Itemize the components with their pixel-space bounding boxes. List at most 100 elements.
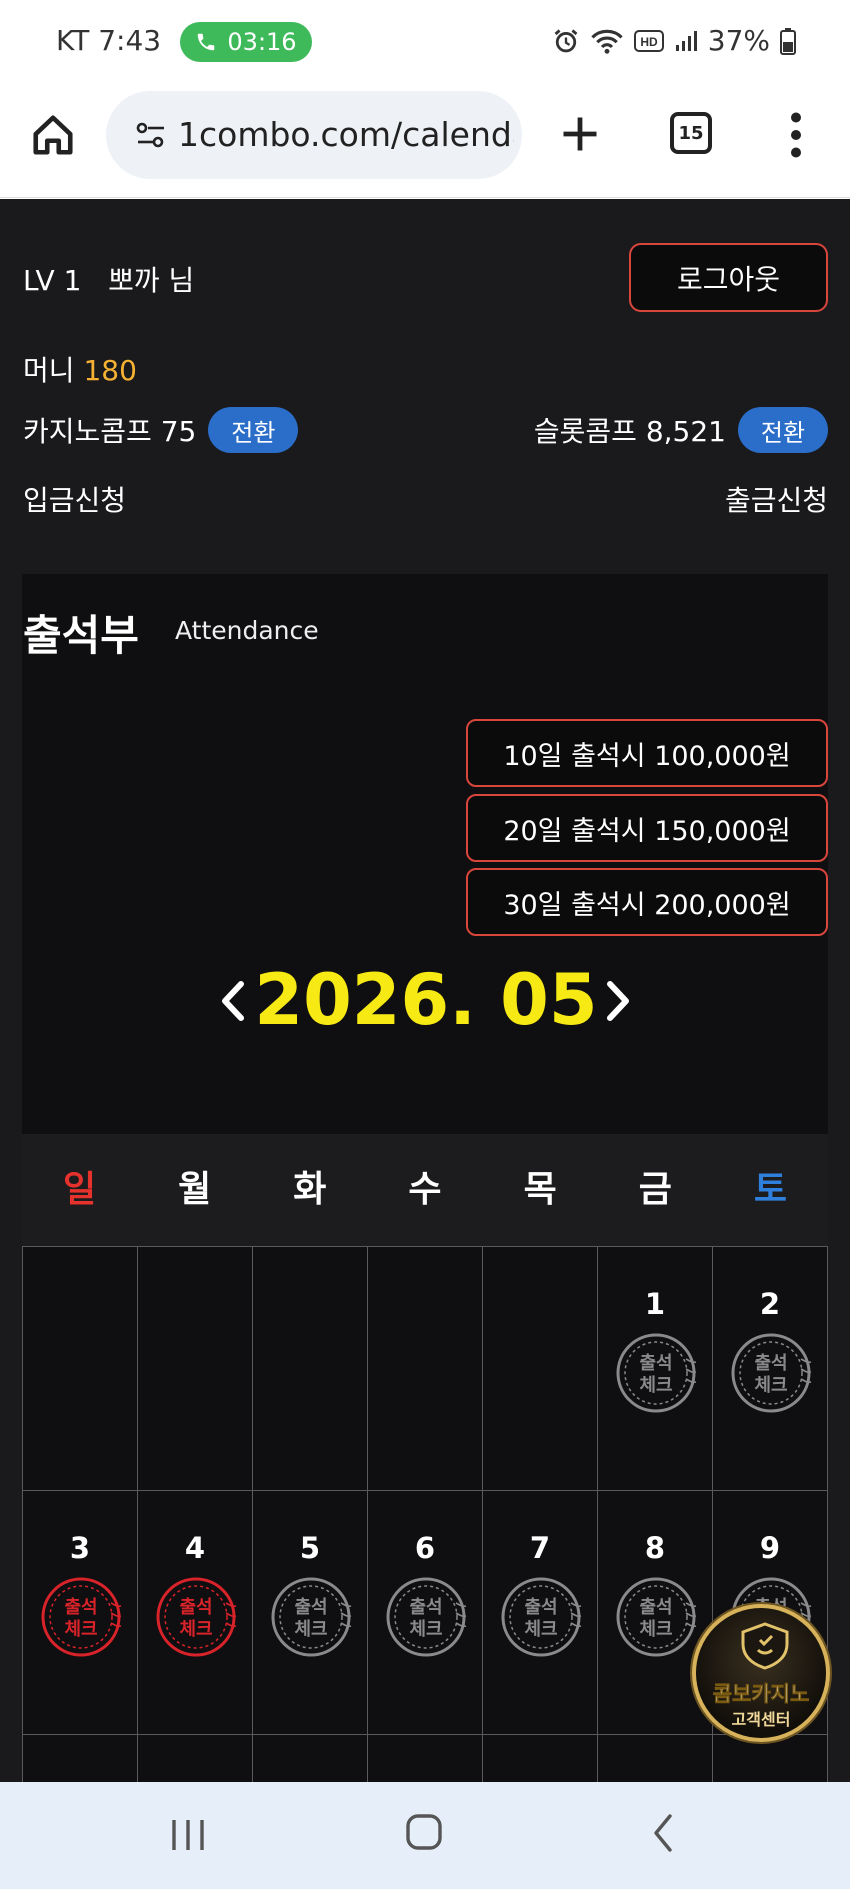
day-number: 9 xyxy=(759,1531,781,1565)
day-number: 6 xyxy=(414,1531,436,1565)
call-indicator[interactable]: 03:16 xyxy=(180,22,312,62)
calendar-empty-cell xyxy=(23,1735,138,1782)
attendance-title: 출석부 xyxy=(23,611,139,660)
calendar-empty-cell xyxy=(368,1735,483,1782)
calendar-empty-cell xyxy=(483,1735,598,1782)
calendar-empty-cell xyxy=(253,1735,368,1782)
recent-apps-icon[interactable] xyxy=(168,1816,208,1854)
shield-icon xyxy=(741,1622,789,1670)
weekday-sun: 일 xyxy=(63,1169,97,1210)
alarm-icon xyxy=(554,28,578,52)
svg-text:체크: 체크 xyxy=(179,1619,212,1640)
unchecked-stamp-icon: 출석체크 xyxy=(731,1333,812,1413)
unchecked-stamp-icon: 출석체크 xyxy=(386,1577,467,1657)
home-icon[interactable] xyxy=(30,112,76,158)
calendar-day-cell[interactable]: 4 출석 체크 xyxy=(138,1491,253,1735)
system-nav-bar xyxy=(0,1782,850,1889)
slot-comp: 슬롯콤프 8,521 전환 xyxy=(534,407,828,453)
attendance-panel: 출석부 Attendance 10일 출석시 100,000원 20일 출석시 … xyxy=(22,574,828,1782)
address-bar[interactable]: 1combo.com/calendar xyxy=(106,91,522,179)
calendar-day-cell[interactable]: 7 출석 체크 xyxy=(483,1491,598,1735)
svg-text:출석: 출석 xyxy=(754,1353,787,1374)
user-info: LV 1 뽀까 님 xyxy=(23,259,194,299)
svg-text:출석: 출석 xyxy=(639,1353,672,1374)
day-number: 2 xyxy=(759,1287,781,1321)
svg-text:체크: 체크 xyxy=(294,1619,327,1640)
calendar-day-cell[interactable]: 5 출석 체크 xyxy=(253,1491,368,1735)
tab-switcher-button[interactable]: 15 xyxy=(670,112,712,154)
calendar-day-cell[interactable]: 6 출석 체크 xyxy=(368,1491,483,1735)
status-icons: HD 37% xyxy=(552,24,796,57)
site-settings-icon[interactable] xyxy=(136,121,166,149)
svg-text:체크: 체크 xyxy=(754,1375,787,1396)
page-content: LV 1 뽀까 님 로그아웃 머니 180 카지노콤프 75 전환 슬롯콤프 8… xyxy=(0,199,850,1782)
day-number: 4 xyxy=(184,1531,206,1565)
phone-icon xyxy=(198,33,215,51)
battery-percent: 37% xyxy=(707,24,770,57)
more-menu-icon[interactable] xyxy=(784,110,808,160)
home-nav-icon[interactable] xyxy=(404,1812,444,1852)
month-navigation: 2026. 05 xyxy=(22,952,828,1048)
deposit-link[interactable]: 입금신청 xyxy=(23,479,126,519)
money-value: 180 xyxy=(83,354,137,387)
calendar-empty-cell xyxy=(23,1247,138,1491)
calendar-empty-cell xyxy=(713,1735,828,1782)
calendar-day-cell[interactable]: 2 출석 체크 xyxy=(713,1247,828,1491)
back-icon[interactable] xyxy=(650,1812,676,1854)
calendar-day-cell[interactable]: 3 출석 체크 xyxy=(23,1491,138,1735)
customer-center-title: 콤보카지노 xyxy=(712,1682,810,1707)
day-number: 1 xyxy=(644,1287,666,1321)
checked-stamp-icon: 출석체크 xyxy=(156,1577,237,1657)
svg-text:체크: 체크 xyxy=(409,1619,442,1640)
svg-text:출석: 출석 xyxy=(64,1597,97,1618)
svg-text:출석: 출석 xyxy=(409,1597,442,1618)
unchecked-stamp-icon: 출석체크 xyxy=(616,1333,697,1413)
signal-icon xyxy=(675,30,697,51)
slot-comp-label: 슬롯콤프 8,521 xyxy=(533,415,726,448)
calendar-empty-cell xyxy=(138,1247,253,1491)
new-tab-icon[interactable] xyxy=(558,112,602,156)
svg-text:출석: 출석 xyxy=(179,1597,212,1618)
slot-convert-button[interactable]: 전환 xyxy=(738,407,828,453)
status-bar: KT 7:43 03:16 HD 37% xyxy=(0,0,850,86)
logout-button[interactable]: 로그아웃 xyxy=(629,243,828,312)
calendar-empty-cell xyxy=(368,1247,483,1491)
customer-center-button[interactable]: 콤보카지노 고객센터 xyxy=(692,1604,830,1742)
browser-toolbar: 1combo.com/calendar 15 xyxy=(0,86,850,198)
day-number: 7 xyxy=(529,1531,551,1565)
day-number: 8 xyxy=(644,1531,666,1565)
unchecked-stamp-icon: 출석체크 xyxy=(616,1577,697,1657)
day-number: 3 xyxy=(69,1531,91,1565)
current-month: 2026. 05 xyxy=(254,959,598,1041)
casino-comp: 카지노콤프 75 전환 xyxy=(23,407,299,453)
weekday-thu: 목 xyxy=(523,1169,557,1210)
svg-text:체크: 체크 xyxy=(639,1375,672,1396)
wifi-icon xyxy=(591,29,623,54)
weekday-fri: 금 xyxy=(638,1169,672,1210)
customer-center-subtitle: 고객센터 xyxy=(731,1710,791,1729)
svg-text:체크: 체크 xyxy=(639,1619,672,1640)
chevron-right-icon[interactable] xyxy=(600,978,636,1024)
unchecked-stamp-icon: 출석체크 xyxy=(271,1577,352,1657)
withdraw-link[interactable]: 출금신청 xyxy=(725,479,828,519)
calendar-empty-cell xyxy=(253,1247,368,1491)
attendance-subtitle: Attendance xyxy=(175,616,319,645)
calendar-empty-cell xyxy=(598,1735,713,1782)
weekday-sat: 토 xyxy=(753,1169,787,1210)
money-info: 머니 180 xyxy=(23,349,137,389)
weekday-tue: 화 xyxy=(293,1169,327,1210)
user-level: LV 1 xyxy=(23,264,82,297)
unchecked-stamp-icon: 출석체크 xyxy=(501,1577,582,1657)
day-number: 5 xyxy=(299,1531,321,1565)
user-nickname: 뽀까 님 xyxy=(108,264,195,297)
svg-text:체크: 체크 xyxy=(64,1619,97,1640)
call-timer: 03:16 xyxy=(227,28,297,56)
weekday-header: 일 월 화 수 목 금 토 xyxy=(22,1134,828,1246)
svg-text:출석: 출석 xyxy=(524,1597,557,1618)
checked-stamp-icon: 출석체크 xyxy=(41,1577,122,1657)
svg-text:HD: HD xyxy=(640,35,658,49)
chevron-left-icon[interactable] xyxy=(215,978,251,1024)
calendar-empty-cell xyxy=(483,1247,598,1491)
casino-convert-button[interactable]: 전환 xyxy=(208,407,299,453)
calendar-day-cell[interactable]: 1 출석 체크 xyxy=(598,1247,713,1491)
